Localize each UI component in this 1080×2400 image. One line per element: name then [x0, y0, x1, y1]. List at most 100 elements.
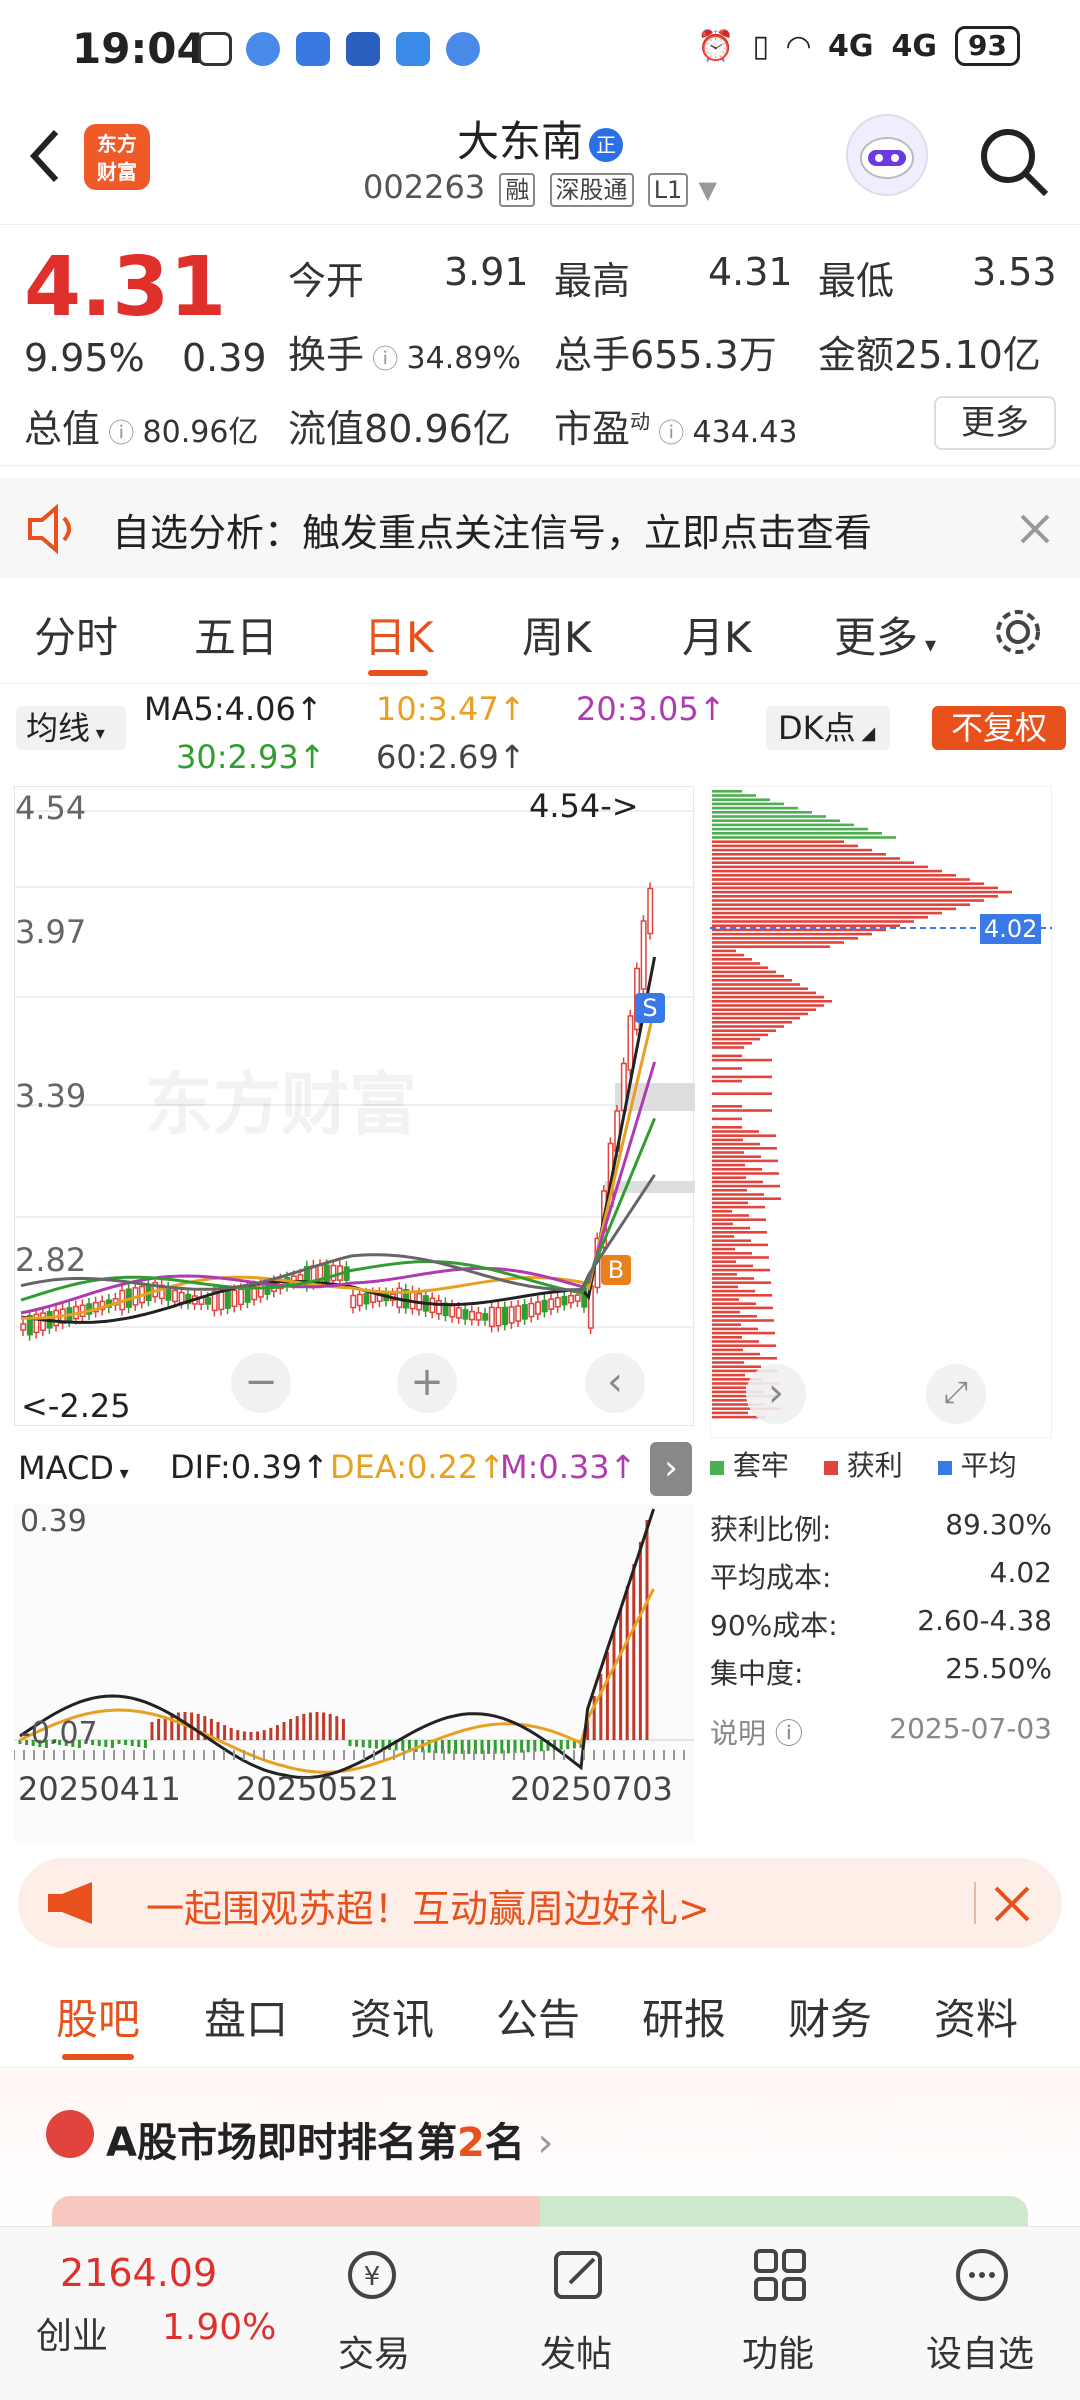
- candle-body: [521, 1304, 528, 1320]
- chip-bar: [712, 1092, 772, 1095]
- info-icon[interactable]: ⓘ: [650, 419, 693, 449]
- chip-bar: [712, 1109, 772, 1112]
- volume-label-text: 总手: [554, 333, 631, 377]
- tab-orderbook[interactable]: 盘口: [204, 1986, 288, 2047]
- analysis-notice[interactable]: 自选分析：触发重点关注信号，立即点击查看: [0, 478, 1080, 578]
- search-icon[interactable]: [976, 124, 1052, 200]
- tag-margin: 融: [499, 173, 536, 207]
- macd-chart[interactable]: 0.39 -0.07 20250411 20250521 20250703: [13, 1504, 694, 1844]
- chip-bar: [712, 806, 798, 810]
- tab-five-day[interactable]: 五日: [194, 604, 278, 665]
- indicator-selector[interactable]: MACD ▾: [14, 1444, 164, 1492]
- tab-daily-k[interactable]: 日K: [364, 604, 434, 665]
- triangle-down-icon: ▾: [113, 1463, 129, 1484]
- tab-announcements[interactable]: 公告: [496, 1986, 580, 2047]
- next-indicator-button[interactable]: ›: [650, 1442, 692, 1496]
- rank-banner[interactable]: A股市场即时排名第2名 ›: [0, 2070, 1080, 2232]
- sell-marker: S: [635, 993, 665, 1023]
- candle-body: [561, 1295, 568, 1306]
- chip-distribution[interactable]: 4.02 › ⤢: [709, 785, 1053, 1439]
- tab-guba[interactable]: 股吧: [56, 1986, 140, 2047]
- info-icon[interactable]: ⓘ: [766, 1717, 803, 1750]
- note-label[interactable]: 说明: [710, 1717, 766, 1750]
- pe-value: 434.43: [692, 415, 798, 450]
- close-icon[interactable]: [1018, 512, 1052, 546]
- ma-selector[interactable]: 均线 ▾: [16, 706, 126, 750]
- more-dots-icon[interactable]: [950, 2243, 1014, 2307]
- nav-trade[interactable]: 交易: [294, 2325, 454, 2377]
- dk-point-toggle[interactable]: DK点 ◢: [766, 706, 890, 750]
- triangle-down-icon: ▾: [918, 633, 937, 658]
- chip-bar: [712, 1075, 772, 1079]
- stock-header: 东方 财富 大东南正 002263 融 深股通 L1 ▼: [0, 100, 1080, 225]
- chip-bar: [712, 1159, 778, 1163]
- mcap-label-text: 总值: [24, 407, 101, 451]
- promo-banner[interactable]: 一起围观苏超！互动赢周边好礼>: [18, 1858, 1062, 1948]
- tab-financials[interactable]: 财务: [788, 1986, 872, 2047]
- chip-bar: [712, 1239, 751, 1242]
- gear-icon[interactable]: [990, 604, 1046, 660]
- macd-y-bottom: -0.07: [20, 1716, 98, 1751]
- chip-bar: [712, 1176, 746, 1179]
- chip-bar: [712, 878, 970, 881]
- nav-post[interactable]: 发帖: [496, 2325, 656, 2377]
- chip-bar: [712, 1399, 747, 1402]
- chip-bar: [712, 1033, 768, 1037]
- candle-body: [40, 1312, 47, 1331]
- expand-icon[interactable]: ⤢: [926, 1364, 986, 1424]
- tab-monthly-k[interactable]: 月K: [682, 604, 752, 665]
- assistant-avatar[interactable]: [846, 114, 928, 196]
- nav-add-watchlist[interactable]: 设自选: [900, 2325, 1060, 2377]
- trade-icon[interactable]: ¥: [340, 2243, 404, 2307]
- chip-bar: [712, 840, 844, 843]
- post-icon[interactable]: [546, 2243, 610, 2307]
- tab-weekly-k[interactable]: 周K: [522, 604, 592, 665]
- close-icon[interactable]: [992, 1884, 1032, 1924]
- zoom-out-button[interactable]: −: [231, 1353, 291, 1413]
- chip-bar: [712, 1231, 767, 1234]
- app-icon: [346, 32, 380, 66]
- candle-body: [568, 1294, 575, 1304]
- amount-value: 25.10亿: [894, 333, 1041, 377]
- info-icon[interactable]: ⓘ: [100, 419, 143, 449]
- y-label-3: 3.39: [15, 1077, 87, 1115]
- chevron-right-icon: ›: [524, 2120, 554, 2166]
- tab-profile[interactable]: 资料: [934, 1986, 1018, 2047]
- more-button[interactable]: 更多: [934, 396, 1056, 450]
- chip-bar: [712, 1357, 777, 1360]
- tab-news[interactable]: 资讯: [350, 1986, 434, 2047]
- chevron-down-icon[interactable]: ▼: [699, 176, 717, 204]
- cost90-row: 90%成本: 2.60-4.38: [710, 1604, 1052, 1644]
- candle-body: [482, 1313, 489, 1321]
- chip-bar: [712, 798, 770, 801]
- candle-body: [541, 1299, 548, 1313]
- grid-icon[interactable]: [748, 2243, 812, 2307]
- info-icon[interactable]: ⓘ: [364, 345, 407, 375]
- chip-bar: [712, 1016, 800, 1020]
- app-icon: [446, 32, 480, 66]
- tab-research[interactable]: 研报: [642, 1986, 726, 2047]
- scroll-right-button[interactable]: ›: [746, 1364, 806, 1424]
- signal-icon: 4G: [891, 28, 938, 64]
- ma60-value: 60:2.69↑: [376, 738, 526, 776]
- chip-bar: [712, 1319, 774, 1322]
- status-right: ⏰ ▯ ◠ 4G 4G 93: [697, 26, 1020, 66]
- candle-body: [363, 1292, 370, 1305]
- tab-more[interactable]: 更多 ▾: [834, 604, 936, 665]
- tab-intraday[interactable]: 分时: [34, 604, 118, 665]
- adjust-toggle[interactable]: 不复权: [932, 706, 1066, 750]
- nav-functions[interactable]: 功能: [698, 2325, 858, 2377]
- candlestick-chart[interactable]: 4.54 3.97 3.39 2.82 4.54-> <-2.25 东方财富 S…: [14, 786, 695, 1426]
- candle-body: [535, 1301, 542, 1315]
- zoom-in-button[interactable]: +: [397, 1353, 457, 1413]
- index-value: 2164.09: [60, 2251, 218, 2295]
- chip-bar: [712, 1201, 748, 1205]
- rank-suffix: 名: [484, 2120, 525, 2166]
- chip-bar: [712, 1067, 742, 1070]
- amount-label-text: 金额: [818, 333, 895, 377]
- chip-bar: [712, 987, 808, 990]
- legend-swatch-profit: [823, 1461, 838, 1475]
- chip-bar: [712, 974, 784, 978]
- candle-body: [165, 1287, 172, 1301]
- scroll-left-button[interactable]: ‹: [585, 1353, 645, 1413]
